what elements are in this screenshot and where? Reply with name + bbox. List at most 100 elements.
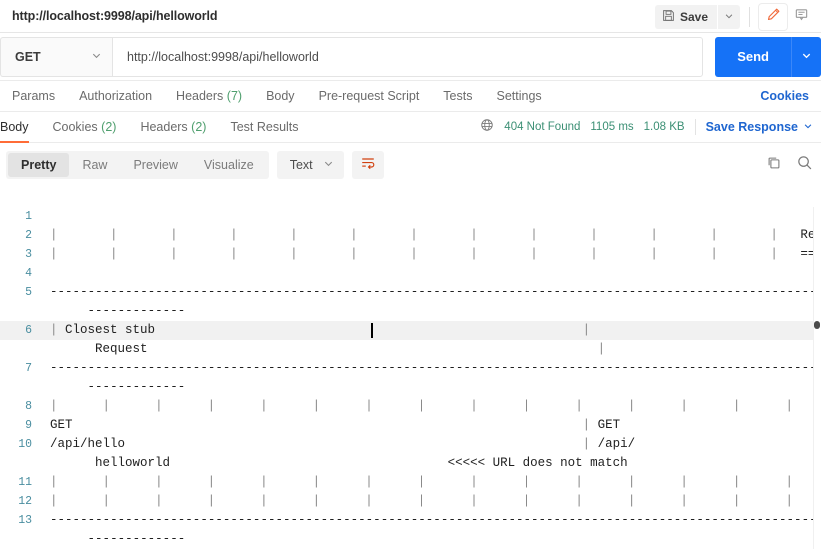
- edit-request-button[interactable]: [759, 3, 787, 30]
- save-response-button[interactable]: Save Response: [706, 120, 813, 134]
- chevron-down-icon: [801, 48, 812, 66]
- request-title: http://localhost:9998/api/helloworld: [12, 9, 218, 23]
- code-line-text: GET | GET: [50, 418, 621, 432]
- response-tab-cookies[interactable]: Cookies (2): [53, 112, 117, 143]
- copy-icon[interactable]: [766, 155, 782, 176]
- comment-icon: [794, 7, 809, 27]
- comments-button[interactable]: [787, 4, 815, 30]
- tab-headers[interactable]: Headers (7): [176, 89, 242, 103]
- line-number: [0, 340, 42, 359]
- send-dropdown-button[interactable]: [791, 36, 821, 77]
- text-cursor: [371, 323, 373, 338]
- response-tab-headers[interactable]: Headers (2): [140, 112, 206, 143]
- code-line: -------------: [0, 530, 821, 549]
- code-line-text: | | | | | | | | | | | | | | |: [50, 494, 793, 508]
- code-line: 13 --------------------------------------…: [0, 511, 821, 530]
- response-size: 1.08 KB: [643, 121, 685, 133]
- tab-headers-count: (7): [226, 89, 243, 103]
- view-pretty-button[interactable]: Pretty: [8, 153, 70, 177]
- response-tab-cookies-count: (2): [101, 120, 117, 134]
- line-number: [0, 378, 42, 397]
- tab-body[interactable]: Body: [266, 89, 295, 103]
- response-tab-headers-label: Headers: [140, 120, 188, 134]
- floppy-disk-icon: [662, 9, 675, 25]
- code-line-text: -------------: [87, 532, 186, 546]
- line-number: 5: [25, 286, 32, 299]
- code-line: 3 | | | | | | | | | | | | | =============…: [0, 245, 821, 264]
- code-line: 4: [0, 264, 821, 283]
- response-body-toolbar: Pretty Raw Preview Visualize Text: [0, 143, 821, 187]
- line-number: [0, 302, 42, 321]
- code-line-text: -------------: [87, 304, 186, 318]
- response-vertical-scrollbar[interactable]: [813, 207, 821, 549]
- tab-pre-request-script[interactable]: Pre-request Script: [319, 89, 420, 103]
- scrollbar-thumb[interactable]: [814, 321, 820, 329]
- response-body-actions: [766, 154, 813, 176]
- request-url-input[interactable]: http://localhost:9998/api/helloworld: [112, 36, 704, 77]
- meta-divider: [694, 119, 696, 135]
- line-number: 9: [25, 419, 32, 432]
- code-line: 9 GET | GET: [0, 416, 821, 435]
- code-line-text: ----------------------------------------…: [50, 285, 821, 299]
- line-number: 12: [18, 495, 32, 508]
- code-line: 10/api/hello | /api/: [0, 435, 821, 454]
- tab-pre-request-script-label: Pre-request Script: [318, 89, 420, 103]
- response-tab-test-results[interactable]: Test Results: [230, 112, 298, 143]
- toolbar-divider: [749, 6, 750, 27]
- line-number: 7: [25, 362, 32, 375]
- response-meta: 404 Not Found 1105 ms 1.08 KB Save Respo…: [480, 118, 813, 137]
- code-line-text: /api/hello | /api/: [50, 437, 636, 451]
- response-format-select[interactable]: Text: [276, 151, 344, 179]
- chevron-down-icon: [323, 158, 334, 172]
- view-visualize-button[interactable]: Visualize: [191, 153, 267, 177]
- response-view-switcher: Pretty Raw Preview Visualize: [6, 151, 269, 179]
- line-number: 4: [25, 267, 32, 280]
- tab-authorization-label: Authorization: [79, 89, 153, 103]
- response-tab-headers-count: (2): [191, 120, 207, 134]
- http-method-select[interactable]: GET: [0, 36, 112, 77]
- save-dropdown-button[interactable]: [718, 4, 740, 29]
- search-icon[interactable]: [796, 154, 813, 176]
- code-line: 8 | | | | | | | | | | | | | | |: [0, 397, 821, 416]
- code-line-text: [42, 264, 821, 283]
- code-line-text: -------------: [87, 380, 186, 394]
- response-body-viewer[interactable]: 12 | | | | | | | | | | | | | Request was …: [0, 207, 821, 549]
- tab-params-label: Params: [12, 89, 56, 103]
- response-tabs: Body Cookies (2) Headers (2) Test Result…: [0, 112, 821, 143]
- request-tabs: Params Authorization Headers (7) Body Pr…: [0, 81, 821, 112]
- tab-headers-label: Headers: [176, 89, 224, 103]
- tab-tests-label: Tests: [443, 89, 473, 103]
- request-url-row: GET http://localhost:9998/api/helloworld…: [0, 33, 821, 81]
- save-button-label: Save: [679, 9, 708, 24]
- code-line-text: | Closest stub |: [50, 323, 591, 337]
- send-group: Send: [715, 36, 821, 77]
- code-line-text: [42, 207, 821, 226]
- view-preview-button[interactable]: Preview: [120, 153, 190, 177]
- save-button[interactable]: Save: [654, 4, 717, 29]
- view-raw-button[interactable]: Raw: [69, 153, 120, 177]
- topbar-actions: Save: [654, 0, 821, 33]
- line-number: 1: [25, 210, 32, 223]
- word-wrap-toggle[interactable]: [351, 151, 384, 179]
- tab-tests[interactable]: Tests: [443, 89, 472, 103]
- request-title-bar: http://localhost:9998/api/helloworld Sav…: [0, 0, 821, 33]
- code-line: 6 | Closest stub |: [0, 321, 821, 340]
- code-line-text: Request |: [50, 342, 606, 356]
- save-response-label: Save Response: [705, 120, 798, 134]
- response-tab-body[interactable]: Body: [0, 112, 29, 143]
- globe-icon: [480, 118, 494, 137]
- chevron-down-icon: [91, 50, 102, 64]
- code-line: 7 ---------------------------------------…: [0, 359, 821, 378]
- line-number: 6: [25, 324, 32, 337]
- tab-authorization[interactable]: Authorization: [79, 89, 152, 103]
- tab-settings[interactable]: Settings: [496, 89, 541, 103]
- cookies-link[interactable]: Cookies: [760, 89, 809, 103]
- line-number: 3: [25, 248, 32, 261]
- code-line: 12 | | | | | | | | | | | | | | |: [0, 492, 821, 511]
- code-line-text: | | | | | | | | | | | | | ==============…: [50, 247, 821, 261]
- code-line: Request |: [0, 340, 821, 359]
- line-number: [0, 454, 42, 473]
- send-button[interactable]: Send: [715, 36, 791, 77]
- tab-params[interactable]: Params: [12, 89, 55, 103]
- code-line-text: | | | | | | | | | | | | | Request was no…: [50, 228, 821, 242]
